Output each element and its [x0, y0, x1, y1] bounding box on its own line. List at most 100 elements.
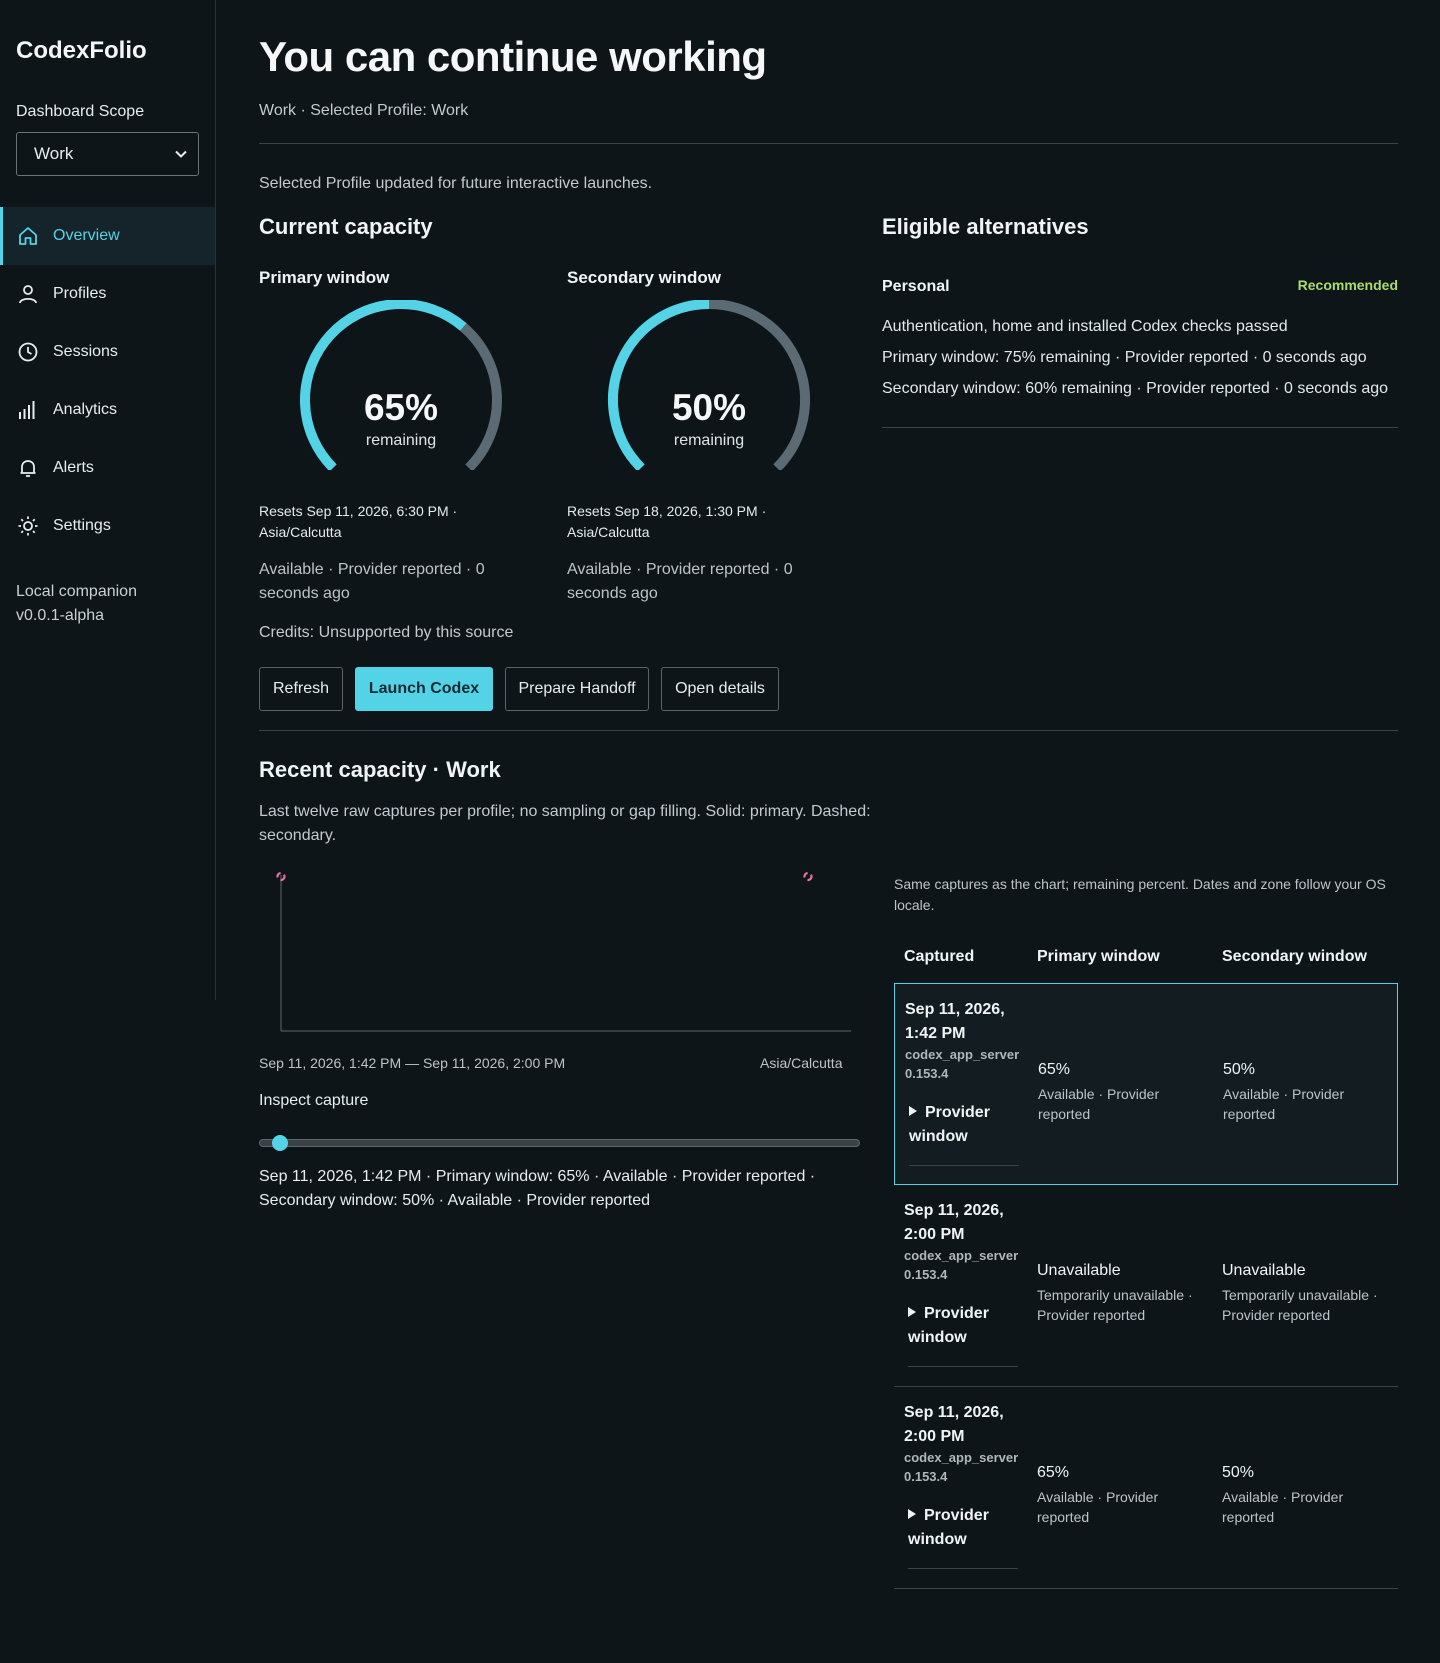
sidebar-item-label: Profiles: [53, 285, 107, 302]
dashboard-scope-label: Dashboard Scope: [16, 103, 145, 120]
recommended-badge: Recommended: [1297, 277, 1398, 293]
provider-window-label: Provider window: [908, 1507, 989, 1548]
inspect-capture-slider-thumb[interactable]: [272, 1135, 288, 1151]
primary-status: Temporarily unavailable · Provider repor…: [1037, 1287, 1193, 1323]
clock-icon: [18, 342, 38, 362]
sidebar-item-label: Overview: [53, 227, 120, 244]
secondary-status: Temporarily unavailable · Provider repor…: [1222, 1287, 1378, 1323]
companion-version-number: v0.0.1-alpha: [16, 607, 105, 624]
secondary-percent: 50%: [671, 387, 747, 428]
sidebar-item-overview[interactable]: Overview: [0, 207, 215, 265]
disclosure-triangle-icon: [909, 1106, 917, 1116]
page-subtitle: Work · Selected Profile: Work: [259, 102, 469, 119]
provider-window-label: Provider window: [908, 1305, 989, 1346]
primary-remaining-label: remaining: [365, 432, 437, 449]
sidebar-nav: Overview Profiles Sessions Analytics Ale…: [0, 207, 215, 555]
companion-version: Local companion v0.0.1-alpha: [16, 580, 137, 628]
refresh-button[interactable]: Refresh: [259, 667, 343, 711]
current-capacity-title: Current capacity: [259, 214, 433, 239]
bar-chart-icon: [19, 401, 35, 419]
primary-status: Available · Provider reported · 0 second…: [259, 561, 485, 602]
open-details-button[interactable]: Open details: [661, 667, 779, 711]
provider-window-toggle[interactable]: Provider window: [908, 1504, 1018, 1569]
alternative-primary: Primary window: 75% remaining · Provider…: [882, 349, 1367, 366]
dashboard-scope-select[interactable]: Work: [16, 132, 199, 176]
home-icon: [19, 227, 37, 245]
table-row[interactable]: Sep 11, 2026, 2:00 PM codex_app_server 0…: [894, 1185, 1398, 1387]
primary-status: Available · Provider reported: [1038, 1086, 1160, 1122]
secondary-value: Unavailable: [1222, 1262, 1306, 1279]
secondary-status: Available · Provider reported: [1222, 1489, 1344, 1525]
sidebar-item-settings[interactable]: Settings: [0, 497, 215, 555]
sidebar-item-label: Alerts: [53, 459, 94, 476]
secondary-capture-point: [803, 871, 813, 882]
prepare-handoff-button[interactable]: Prepare Handoff: [505, 667, 649, 711]
sidebar-item-label: Sessions: [53, 343, 118, 360]
capture-source: codex_app_server 0.153.4: [905, 1047, 1020, 1081]
sidebar-item-profiles[interactable]: Profiles: [0, 265, 215, 323]
chart-range-label: Sep 11, 2026, 1:42 PM — Sep 11, 2026, 2:…: [259, 1055, 566, 1071]
recent-capacity-title: Recent capacity · Work: [259, 757, 501, 782]
recent-capacity-chart: [276, 871, 851, 1032]
chart-timezone-label: Asia/Calcutta: [760, 1055, 843, 1071]
capture-date: Sep 11, 2026, 1:42 PM: [905, 1001, 1005, 1042]
primary-window-gauge: 65% remaining: [286, 300, 516, 490]
secondary-status: Available · Provider reported: [1223, 1086, 1345, 1122]
alternative-profile-name: Personal: [882, 278, 950, 295]
primary-window-title: Primary window: [259, 268, 390, 287]
credits-status: Credits: Unsupported by this source: [259, 624, 514, 641]
capacity-divider: [259, 730, 1398, 731]
sidebar: CodexFolio Dashboard Scope Work Overview…: [0, 0, 216, 1000]
capture-date: Sep 11, 2026, 2:00 PM: [904, 1404, 1004, 1445]
secondary-resets: Resets Sep 18, 2026, 1:30 PM · Asia/Calc…: [567, 503, 767, 540]
provider-window-label: Provider window: [909, 1104, 990, 1145]
header-divider: [259, 143, 1398, 144]
table-row[interactable]: Sep 11, 2026, 2:00 PM codex_app_server 0…: [894, 1387, 1398, 1589]
secondary-window-title: Secondary window: [567, 268, 721, 287]
provider-window-toggle[interactable]: Provider window: [909, 1101, 1019, 1166]
capture-source: codex_app_server 0.153.4: [904, 1248, 1019, 1282]
primary-value: 65%: [1037, 1464, 1070, 1481]
column-primary-window: Primary window: [1037, 948, 1160, 965]
alternatives-divider: [882, 427, 1398, 428]
sun-gear-icon: [18, 516, 38, 536]
provider-window-toggle[interactable]: Provider window: [908, 1302, 1018, 1367]
disclosure-triangle-icon: [908, 1307, 916, 1317]
launch-codex-button[interactable]: Launch Codex: [355, 667, 493, 711]
companion-label: Local companion: [16, 583, 137, 600]
alternative-checks: Authentication, home and installed Codex…: [882, 318, 1288, 335]
primary-resets: Resets Sep 11, 2026, 6:30 PM · Asia/Calc…: [259, 503, 458, 540]
inspect-capture-slider[interactable]: [259, 1139, 860, 1147]
secondary-status: Available · Provider reported · 0 second…: [567, 561, 793, 602]
sidebar-item-sessions[interactable]: Sessions: [0, 323, 215, 381]
chevron-down-icon: [175, 150, 187, 158]
disclosure-triangle-icon: [908, 1509, 916, 1519]
primary-status: Available · Provider reported: [1037, 1489, 1159, 1525]
secondary-value: 50%: [1223, 1061, 1256, 1078]
primary-value: Unavailable: [1037, 1262, 1121, 1279]
user-icon: [19, 285, 37, 304]
column-captured: Captured: [904, 948, 975, 965]
capture-source: codex_app_server 0.153.4: [904, 1450, 1019, 1484]
table-row[interactable]: Sep 11, 2026, 1:42 PM codex_app_server 0…: [894, 983, 1398, 1185]
sidebar-item-alerts[interactable]: Alerts: [0, 439, 215, 497]
bell-icon: [20, 460, 36, 477]
sidebar-item-label: Settings: [53, 517, 111, 534]
table-note: Same captures as the chart; remaining pe…: [894, 876, 1386, 913]
sidebar-item-analytics[interactable]: Analytics: [0, 381, 215, 439]
page-title: You can continue working: [259, 33, 767, 80]
scope-select-value: Work: [34, 144, 74, 163]
inspect-capture-label: Inspect capture: [259, 1092, 369, 1109]
eligible-alternatives-title: Eligible alternatives: [882, 214, 1089, 239]
alternative-secondary: Secondary window: 60% remaining · Provid…: [882, 380, 1389, 397]
column-secondary-window: Secondary window: [1222, 948, 1367, 965]
capture-detail: Sep 11, 2026, 1:42 PM · Primary window: …: [259, 1168, 816, 1209]
recent-capacity-description: Last twelve raw captures per profile; no…: [259, 803, 871, 844]
app-brand: CodexFolio: [16, 37, 147, 64]
primary-value: 65%: [1038, 1061, 1071, 1078]
primary-percent: 65%: [363, 387, 439, 428]
sidebar-item-label: Analytics: [53, 401, 118, 418]
secondary-value: 50%: [1222, 1464, 1255, 1481]
secondary-window-gauge: 50% remaining: [594, 300, 824, 490]
capture-date: Sep 11, 2026, 2:00 PM: [904, 1202, 1004, 1243]
